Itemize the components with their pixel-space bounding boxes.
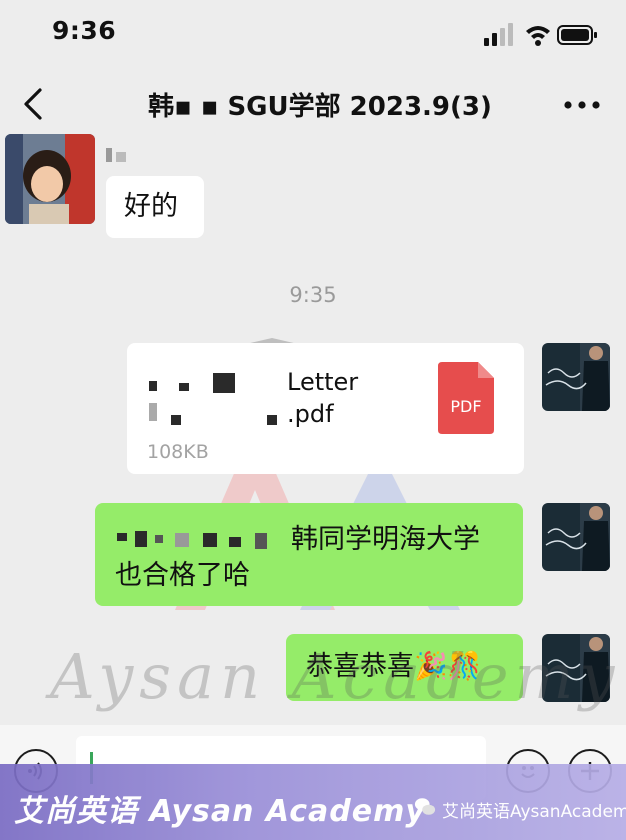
pdf-type-label: PDF [450, 397, 482, 416]
signal-icon [484, 23, 513, 46]
status-icons [484, 23, 597, 46]
back-icon[interactable] [16, 82, 56, 126]
chat-title: 韩▪ ▪ SGU学部 2023.9(3) [148, 92, 492, 122]
speak-english-photo [542, 503, 610, 571]
nav-bar: 韩▪ ▪ SGU学部 2023.9(3) [0, 68, 626, 144]
message-text-line1: 韩同学明海大学 [291, 524, 480, 555]
message-bubble-received: 好的 [106, 176, 204, 238]
banner-left-text: 艾尚英语 Aysan Academy [14, 794, 426, 829]
message-text: 好的 [124, 191, 178, 222]
more-icon[interactable] [560, 88, 604, 122]
speak-english-photo [542, 343, 610, 411]
brand-banner: 艾尚英语 Aysan Academy 艾尚英语AysanAcademy [0, 764, 626, 840]
message-timestamp: 9:35 [289, 283, 337, 307]
banner-right-text: 艾尚英语AysanAcademy [442, 802, 626, 822]
my-avatar[interactable] [542, 503, 610, 571]
contact-name-pixelated [106, 148, 128, 162]
speak-english-photo [542, 634, 610, 702]
battery-icon [557, 25, 597, 45]
message-bubble-sent: 恭喜恭喜🎉🎊 [286, 634, 523, 701]
wechat-icon [414, 798, 436, 815]
status-bar: 9:36 [0, 0, 626, 68]
wifi-icon [526, 26, 550, 46]
message-text: 恭喜恭喜🎉🎊 [306, 651, 482, 682]
my-avatar[interactable] [542, 634, 610, 702]
pdf-file-icon: PDF [438, 362, 494, 434]
file-size: 108KB [147, 441, 209, 463]
contact-avatar[interactable] [5, 134, 95, 224]
child-photo [5, 134, 95, 224]
my-avatar[interactable] [542, 343, 610, 411]
file-name-line2: .pdf [287, 400, 334, 428]
message-bubble-sent: 韩同学明海大学 也合格了哈 [95, 503, 523, 606]
message-text-line2: 也合格了哈 [115, 560, 250, 591]
file-message-card[interactable]: Letter .pdf 108KB PDF [127, 343, 524, 474]
status-time: 9:36 [52, 16, 117, 45]
